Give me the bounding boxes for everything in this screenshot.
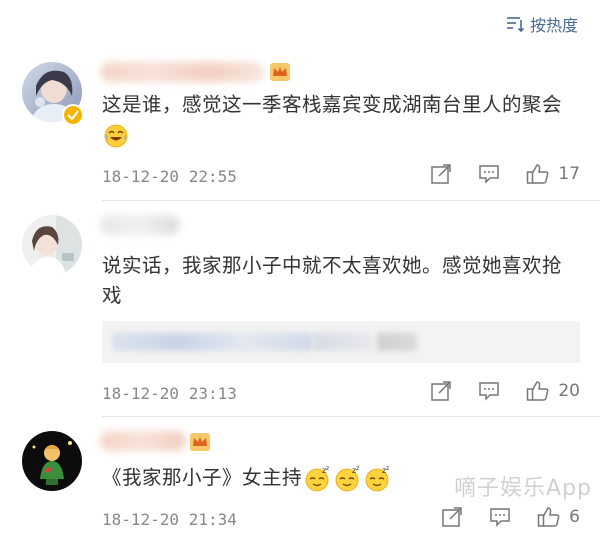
crown-icon — [190, 433, 210, 451]
share-icon — [431, 164, 452, 184]
thumbs-up-icon — [527, 381, 549, 401]
like-count: 20 — [558, 381, 580, 401]
share-button[interactable] — [441, 506, 463, 528]
comment-icon — [490, 508, 510, 527]
comment-item: 这是谁，感觉这一季客栈嘉宾变成湖南台里人的聚会 18-12-20 22:55 1… — [0, 0, 600, 200]
reply-button[interactable] — [489, 507, 511, 527]
comment-actions: 20 — [430, 380, 580, 402]
share-icon — [442, 507, 462, 527]
reply-button[interactable] — [478, 381, 500, 401]
timestamp: 18-12-20 22:55 — [102, 167, 237, 186]
watermark: 嘀子娱乐App — [454, 476, 592, 501]
comment-actions: 6 — [441, 506, 580, 528]
comment-text: 说实话，我家那小子中就不太喜欢她。感觉她喜欢抢戏 — [102, 254, 563, 307]
like-button[interactable]: 17 — [526, 163, 580, 185]
username-blurred[interactable] — [100, 431, 186, 451]
svg-text:z: z — [356, 465, 360, 472]
share-button[interactable] — [430, 380, 452, 402]
like-button[interactable]: 20 — [526, 380, 580, 402]
username-blurred[interactable] — [100, 215, 180, 235]
timestamp: 18-12-20 23:13 — [102, 384, 237, 403]
share-icon — [431, 381, 452, 401]
sleepy-emoji-icon: z z — [365, 465, 390, 491]
thumbs-up-icon — [527, 164, 549, 184]
sleepy-emoji-icon: z z — [335, 465, 360, 491]
like-count: 6 — [569, 507, 580, 527]
username-blurred[interactable] — [100, 62, 264, 82]
sleepy-emoji-icon: z z — [305, 465, 330, 491]
reply-button[interactable] — [478, 164, 500, 184]
share-button[interactable] — [430, 163, 452, 185]
like-count: 17 — [558, 164, 580, 184]
comment-actions: 17 — [430, 163, 580, 185]
comment-item: 说实话，我家那小子中就不太喜欢她。感觉她喜欢抢戏 18-12-20 23:13 … — [0, 201, 600, 416]
thumbs-up-icon — [537, 507, 560, 527]
comment-icon — [479, 165, 500, 184]
quoted-reply-blurred[interactable] — [102, 321, 580, 363]
verified-badge-icon — [62, 104, 84, 126]
svg-text:z: z — [386, 465, 390, 472]
crown-icon — [270, 63, 290, 81]
avatar[interactable] — [22, 431, 82, 491]
svg-text:z: z — [326, 465, 330, 472]
avatar[interactable] — [22, 215, 82, 275]
timestamp: 18-12-20 21:34 — [102, 510, 237, 529]
comment-text: 这是谁，感觉这一季客栈嘉宾变成湖南台里人的聚会 — [102, 90, 572, 150]
laugh-cry-emoji-icon — [104, 124, 128, 147]
comment-icon — [479, 382, 500, 401]
like-button[interactable]: 6 — [537, 506, 580, 528]
